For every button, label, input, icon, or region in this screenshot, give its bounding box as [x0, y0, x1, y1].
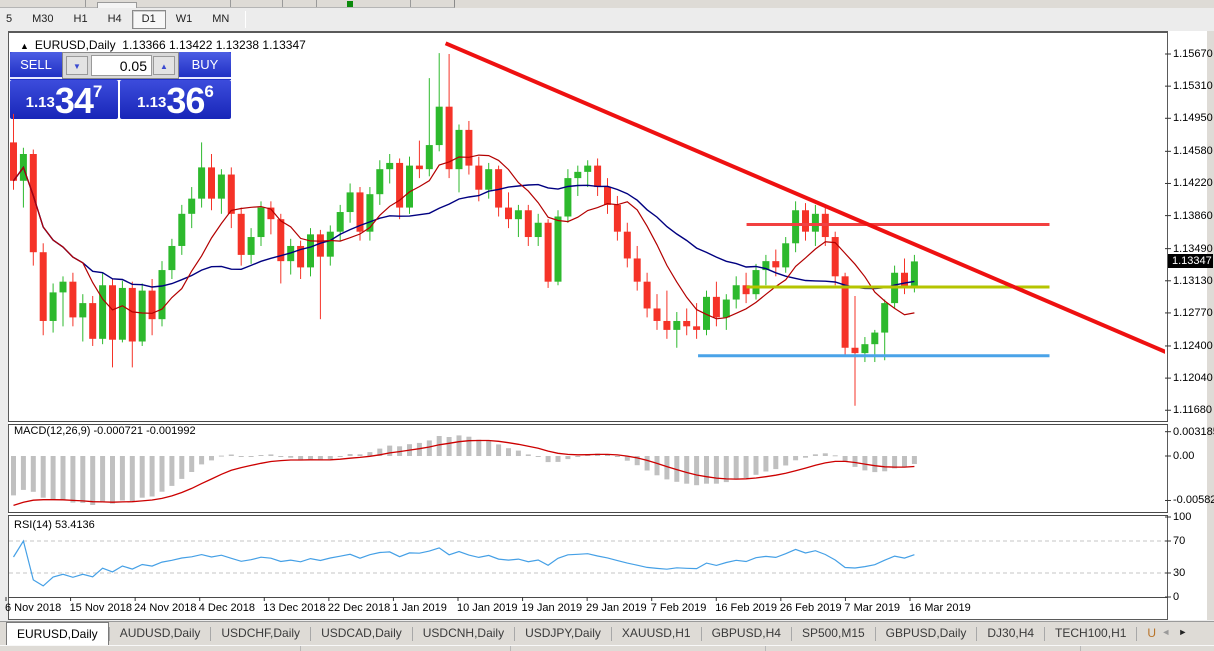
buy-price-base: 1.13 — [137, 94, 167, 111]
axis-separator — [8, 597, 1168, 598]
tab-sp500-m15[interactable]: SP500,M15 — [792, 622, 875, 645]
date-axis-label: 24 Nov 2018 — [134, 602, 197, 614]
tab-usdjpy-daily[interactable]: USDJPY,Daily — [515, 622, 611, 645]
buy-price-display[interactable]: 1.13366 — [120, 80, 231, 121]
buy-price-pips: 36 — [166, 80, 205, 121]
tab-usdcad-daily[interactable]: USDCAD,Daily — [311, 622, 412, 645]
current-price-badge: 1.13347 — [1168, 254, 1213, 269]
collapse-triangle-icon[interactable]: ▲ — [20, 41, 29, 51]
price-axis-label: 1.14220 — [1173, 177, 1213, 190]
date-axis-label: 6 Nov 2018 — [5, 602, 62, 614]
timeframe-button-5[interactable]: 5 — [0, 10, 22, 29]
status-divider — [765, 646, 766, 651]
tab-dj30-h4[interactable]: DJ30,H4 — [977, 622, 1044, 645]
price-axis-label: 1.13860 — [1173, 209, 1213, 222]
toolbar-divider — [316, 0, 317, 7]
tab-scroll-left-icon[interactable]: ◄ — [1157, 627, 1174, 637]
date-axis-label: 7 Feb 2019 — [650, 602, 707, 614]
toolbar-divider — [410, 0, 411, 7]
price-axis-label: 1.13490 — [1173, 242, 1213, 255]
rsi-axis-label: 100 — [1173, 511, 1192, 523]
toolbar-divider — [85, 0, 86, 7]
date-axis-label: 1 Jan 2019 — [392, 602, 447, 614]
date-axis-label: 26 Feb 2019 — [779, 602, 842, 614]
tab-audusd-daily[interactable]: AUDUSD,Daily — [110, 622, 211, 645]
timeframe-button-W1[interactable]: W1 — [166, 10, 203, 29]
chart-ohlc-values: 1.13366 1.13422 1.13238 1.13347 — [122, 38, 306, 52]
toolbar-frame — [0, 0, 455, 8]
date-axis-label: 4 Dec 2018 — [198, 602, 255, 614]
sell-button[interactable]: SELL — [10, 52, 62, 79]
tab-tech100-h1[interactable]: TECH100,H1 — [1045, 622, 1136, 645]
chart-title: ▲ EURUSD,Daily 1.13366 1.13422 1.13238 1.… — [20, 38, 306, 52]
one-click-trading-panel: SELL ▼ ▲ BUY 1.13347 1.13366 — [10, 52, 231, 121]
panel-separator[interactable] — [8, 512, 1168, 516]
lot-size-input[interactable] — [91, 55, 152, 76]
trade-panel-top: SELL ▼ ▲ BUY — [10, 52, 231, 80]
price-axis-label: 1.12040 — [1173, 372, 1213, 385]
date-axis-label: 22 Dec 2018 — [327, 602, 391, 614]
date-axis-label: 7 Mar 2019 — [844, 602, 901, 614]
date-axis-label: 16 Mar 2019 — [908, 602, 971, 614]
tab-gbpusd-h4[interactable]: GBPUSD,H4 — [702, 622, 791, 645]
date-axis-label: 19 Jan 2019 — [521, 602, 583, 614]
trading-platform-window: 5 M30 H1 H4 D1 W1 MN ▲ EURUSD,Daily 1.13366 1.1… — [0, 0, 1214, 651]
timeframe-button-M30[interactable]: M30 — [22, 10, 63, 29]
rsi-axis-label: 30 — [1173, 567, 1186, 579]
sell-price-point: 7 — [92, 82, 103, 101]
lot-increase-button[interactable]: ▲ — [153, 56, 175, 75]
price-axis-label: 1.14580 — [1173, 145, 1213, 158]
tab-gbpusd-daily[interactable]: GBPUSD,Daily — [876, 622, 977, 645]
macd-axis-label: 0.003185 — [1173, 425, 1214, 438]
top-toolbar-partial — [0, 0, 1214, 8]
status-bar-partial — [0, 645, 1214, 651]
macd-axis-label: 0.00 — [1173, 450, 1195, 462]
date-axis-label: 13 Dec 2018 — [263, 602, 326, 614]
timeframe-toolbar: 5 M30 H1 H4 D1 W1 MN — [0, 8, 1214, 31]
sell-price-pips: 34 — [54, 80, 94, 121]
price-axis-label: 1.11680 — [1173, 404, 1212, 417]
status-divider — [300, 646, 301, 651]
timeframe-button-D1[interactable]: D1 — [131, 10, 166, 29]
tab-scroll-right-icon[interactable]: ► — [1174, 627, 1191, 637]
price-axis-label: 1.12400 — [1173, 339, 1213, 352]
date-axis-label: 16 Feb 2019 — [715, 602, 778, 614]
toolbar-separator — [245, 11, 247, 28]
status-divider — [1080, 646, 1081, 651]
rsi-indicator-label: RSI(14) 53.4136 — [14, 519, 95, 531]
macd-indicator-label: MACD(12,26,9) -0.000721 -0.001992 — [14, 425, 196, 437]
chart-tab-bar: EURUSD,Daily AUDUSD,Daily USDCHF,Daily USDC… — [0, 621, 1214, 645]
rsi-axis-label: 70 — [1173, 535, 1186, 547]
date-axis-label: 10 Jan 2019 — [456, 602, 518, 614]
timeframe-button-MN[interactable]: MN — [202, 10, 239, 29]
chart-symbol-label: EURUSD,Daily — [34, 38, 116, 52]
macd-axis-label: -0.005827 — [1173, 494, 1214, 507]
tab-eurusd-daily[interactable]: EURUSD,Daily — [6, 622, 109, 645]
timeframe-button-H4[interactable]: H4 — [98, 10, 132, 29]
lot-size-group: ▼ ▲ — [62, 52, 179, 79]
price-axis-label: 1.15670 — [1173, 48, 1213, 60]
green-indicator-icon — [347, 1, 353, 7]
buy-price-point: 6 — [204, 82, 214, 101]
sell-price-display[interactable]: 1.13347 — [10, 80, 118, 121]
price-axis-label: 1.12770 — [1173, 306, 1213, 319]
price-axis-label: 1.13130 — [1173, 274, 1213, 287]
rsi-axis-label: 0 — [1173, 591, 1180, 603]
date-axis-label: 15 Nov 2018 — [69, 602, 132, 614]
tab-usdchf-daily[interactable]: USDCHF,Daily — [211, 622, 310, 645]
lot-decrease-button[interactable]: ▼ — [66, 56, 88, 75]
timeframe-button-H1[interactable]: H1 — [64, 10, 98, 29]
toolbar-divider — [282, 0, 283, 7]
price-axis-label: 1.14950 — [1173, 112, 1213, 125]
date-axis-label: 29 Jan 2019 — [586, 602, 647, 614]
toolbar-divider — [230, 0, 231, 7]
status-divider — [510, 646, 511, 651]
price-axis-label: 1.15310 — [1173, 80, 1213, 93]
tab-usdcnh-daily[interactable]: USDCNH,Daily — [413, 622, 514, 645]
buy-button[interactable]: BUY — [179, 52, 231, 79]
sell-price-base: 1.13 — [25, 94, 55, 111]
tab-xauusd-h1[interactable]: XAUUSD,H1 — [612, 622, 701, 645]
tab-u[interactable]: U — [1137, 622, 1157, 645]
